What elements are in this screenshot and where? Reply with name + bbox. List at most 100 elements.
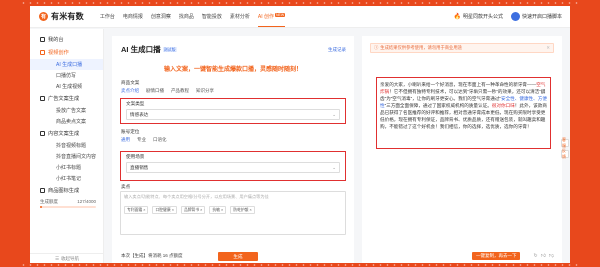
type-chip[interactable]: 剧情口播 bbox=[146, 88, 164, 94]
avatar-icon bbox=[510, 12, 520, 21]
keyword-tag[interactable]: 口腔健康 × bbox=[152, 206, 177, 214]
result-text: 我们相信，你的选择，选优质，选你的牙膏！ bbox=[439, 124, 532, 129]
support-icon[interactable]: 客服 bbox=[561, 137, 569, 148]
sidebar: 我的台 视频创作 AI 生成口播 口播仿写 AI 生成视频 广告文案生成 投放广… bbox=[30, 29, 104, 263]
sidebar-group-ad-copy[interactable]: 广告文案生成 bbox=[30, 92, 103, 105]
account-chip[interactable]: 通用 bbox=[121, 137, 130, 143]
result-text-box: 亲爱的大家，小喇叭来给一个好消息，现在市面上有一种革命性的新牙膏——空气炸锅！它… bbox=[376, 77, 551, 149]
video-icon bbox=[40, 50, 45, 55]
sidebar-item-ai-video[interactable]: AI 生成视频 bbox=[30, 81, 103, 92]
sidebar-group-video[interactable]: 视频创作 bbox=[30, 46, 103, 59]
sidebar-item-selling-point[interactable]: 商品卖点文案 bbox=[30, 116, 103, 127]
type-section: 商品文案 卖点介绍 剧情口播 产品教程 知识分享 bbox=[112, 80, 354, 94]
feedback-icon[interactable]: 反馈 bbox=[561, 148, 569, 159]
collapse-nav-button[interactable]: ☰ 收起导航 bbox=[30, 253, 104, 263]
bottom-decor-border bbox=[20, 264, 580, 266]
result-footer: 一键复制，再去一下 ↻ 👍︎ 👎︎ bbox=[362, 249, 562, 263]
document-icon bbox=[40, 131, 45, 136]
sidebar-home[interactable]: 我的台 bbox=[30, 33, 103, 46]
nav-item-insights[interactable]: 创意洞察 bbox=[151, 13, 171, 20]
sidebar-group-label: 广告文案生成 bbox=[48, 96, 80, 102]
type-chip[interactable]: 知识分享 bbox=[196, 88, 214, 94]
type-chips: 卖点介绍 剧情口播 产品教程 知识分享 bbox=[121, 88, 354, 94]
copy-button[interactable]: 一键复制，再去一下 bbox=[471, 252, 521, 260]
refresh-icon[interactable]: ↻ bbox=[533, 253, 537, 259]
nav-item-smart-ads[interactable]: 智能投放 bbox=[202, 13, 222, 20]
nav-item-ai-create-label: AI 创作 bbox=[257, 14, 275, 20]
slogan: 输入文案，一键智能生成爆款口播，灵感随时随刻！ bbox=[163, 67, 302, 73]
selling-point-placeholder: 输入卖点/功能特点、每个卖点用空格/分号分开，以应用场景、用户痛点等为佳 bbox=[124, 194, 269, 199]
sidebar-group-label: 商品图标生成 bbox=[48, 188, 80, 194]
app-window: 有 有米有数 工作台 电商情报 创意洞察 找商品 智能投放 素材分析 AI 创作… bbox=[30, 6, 570, 263]
copy-type-highlight: 文案类型 情感表达 ⌄ bbox=[120, 98, 346, 124]
nav-item-ai-create[interactable]: AI 创作 NEW bbox=[257, 13, 286, 27]
sidebar-group-product-image[interactable]: 商品图标生成 bbox=[30, 184, 103, 197]
like-icon[interactable]: 👍︎ bbox=[541, 253, 546, 259]
brand-name: 有米有数 bbox=[51, 12, 84, 21]
account-chip[interactable]: 专业 bbox=[137, 137, 146, 143]
side-tools: 客服 反馈 bbox=[561, 137, 569, 161]
sidebar-item-ad-copy[interactable]: 投放广告文案 bbox=[30, 105, 103, 116]
scene-select[interactable]: 直播销售 ⌄ bbox=[126, 162, 340, 173]
sidebar-item-voiceover-rewrite[interactable]: 口播仿写 bbox=[30, 70, 103, 81]
sidebar-item-xhs-note[interactable]: 小红书笔记 bbox=[30, 173, 103, 184]
nav-item-workbench[interactable]: 工作台 bbox=[100, 13, 115, 20]
copy-type-select[interactable]: 情感表达 ⌄ bbox=[126, 109, 340, 120]
type-chip[interactable]: 产品教程 bbox=[171, 88, 189, 94]
sidebar-item-xhs-title[interactable]: 小红书标题 bbox=[30, 162, 103, 173]
account-section: 账号定位 通用 专业 口语化 bbox=[112, 129, 354, 143]
nav-item-material-analysis[interactable]: 素材分析 bbox=[230, 13, 250, 20]
beta-badge: 测试版 bbox=[162, 47, 177, 53]
new-badge: NEW bbox=[275, 13, 286, 17]
notice-bar: ⓘ 生成结果仅供参考使用，请勿用于商业用途 ✕ bbox=[370, 43, 554, 53]
generate-form-panel: AI 生成口播 测试版 生成记录 输入文案，一键智能生成爆款口播，灵感随时随刻！ … bbox=[112, 36, 354, 263]
keyword-tag[interactable]: 防蛀护龈 × bbox=[230, 206, 255, 214]
topbar-right: 🔥 明星同款开头公式 快速开启口播脚本 bbox=[445, 12, 562, 21]
top-decor-border bbox=[20, 2, 580, 4]
collapse-icon: ☰ bbox=[54, 255, 60, 261]
result-text: ”三方面全面保障，通过了国家权威机构的质量认证。 bbox=[384, 103, 492, 108]
top-navbar: 有 有米有数 工作台 电商情报 创意洞察 找商品 智能投放 素材分析 AI 创作… bbox=[30, 6, 570, 28]
panel-header: AI 生成口播 测试版 生成记录 bbox=[112, 36, 354, 55]
quota-label: 生成额度 bbox=[40, 199, 58, 204]
brand-logo[interactable]: 有 有米有数 bbox=[39, 11, 84, 22]
hot-formula-link[interactable]: 🔥 明星同款开头公式 bbox=[453, 13, 503, 20]
sidebar-item-ai-voiceover[interactable]: AI 生成口播 bbox=[30, 59, 103, 70]
image-icon bbox=[40, 188, 45, 193]
sidebar-group-label: 内容文案生成 bbox=[48, 131, 80, 137]
cost-text: 本次【生成】将消耗 16 点额度 bbox=[121, 253, 183, 258]
history-link[interactable]: 生成记录 bbox=[328, 47, 346, 53]
generate-button[interactable]: 生成 bbox=[218, 252, 258, 261]
quota-bar bbox=[40, 206, 96, 208]
dislike-icon[interactable]: 👎︎ bbox=[549, 253, 554, 259]
keyword-tag[interactable]: 品牌背书 × bbox=[180, 206, 206, 214]
keyword-tag[interactable]: 专利面霜 × bbox=[124, 206, 149, 214]
result-text: 亲爱的大家，小喇叭来给一个好消息，现在市面上有一种革命性的新牙膏—— bbox=[380, 82, 537, 87]
account-chips: 通用 专业 口语化 bbox=[121, 137, 354, 143]
collapse-nav-label: 收起导航 bbox=[61, 255, 80, 261]
sidebar-item-douyin-live[interactable]: 抖音直播间文内容 bbox=[30, 151, 103, 162]
nav-item-find-products[interactable]: 找商品 bbox=[179, 13, 194, 20]
scene-label: 使用场景 bbox=[126, 154, 145, 159]
nav-item-ecommerce[interactable]: 电商情报 bbox=[123, 13, 143, 20]
keyword-tag[interactable]: 抗敏 × bbox=[209, 206, 227, 214]
sidebar-item-douyin-title[interactable]: 抖音视频标题 bbox=[30, 140, 103, 151]
quota-value: 127/4000 bbox=[77, 199, 96, 204]
result-panel: ⓘ 生成结果仅供参考使用，请勿用于商业用途 ✕ 亲爱的大家，小喇叭来给一个好消息… bbox=[362, 36, 562, 263]
close-icon[interactable]: ✕ bbox=[546, 45, 550, 51]
quick-script-link[interactable]: 快速开启口播脚本 bbox=[510, 12, 562, 21]
ad-icon bbox=[40, 96, 45, 101]
type-chip[interactable]: 卖点介绍 bbox=[121, 88, 139, 94]
home-icon bbox=[40, 37, 45, 42]
sidebar-group-content-copy[interactable]: 内容文案生成 bbox=[30, 127, 103, 140]
quota-fill bbox=[40, 206, 42, 208]
hot-formula-label: 明星同款开头公式 bbox=[462, 14, 503, 20]
selling-point-input[interactable]: 输入卖点/功能特点、每个卖点用空格/分号分开，以应用场景、用户痛点等为佳 专利面… bbox=[120, 191, 346, 235]
flame-icon: 🔥 bbox=[453, 14, 461, 20]
chevron-down-icon: ⌄ bbox=[332, 164, 336, 170]
account-chip[interactable]: 口语化 bbox=[153, 137, 167, 143]
notice-text: 生成结果仅供参考使用，请勿用于商业用途 bbox=[380, 45, 462, 50]
main-nav: 工作台 电商情报 创意洞察 找商品 智能投放 素材分析 AI 创作 NEW bbox=[100, 13, 293, 27]
tag-list: 专利面霜 × 口腔健康 × 品牌背书 × 抗敏 × 防蛀护龈 × bbox=[124, 206, 342, 214]
copy-type-value: 情感表达 bbox=[130, 111, 149, 117]
